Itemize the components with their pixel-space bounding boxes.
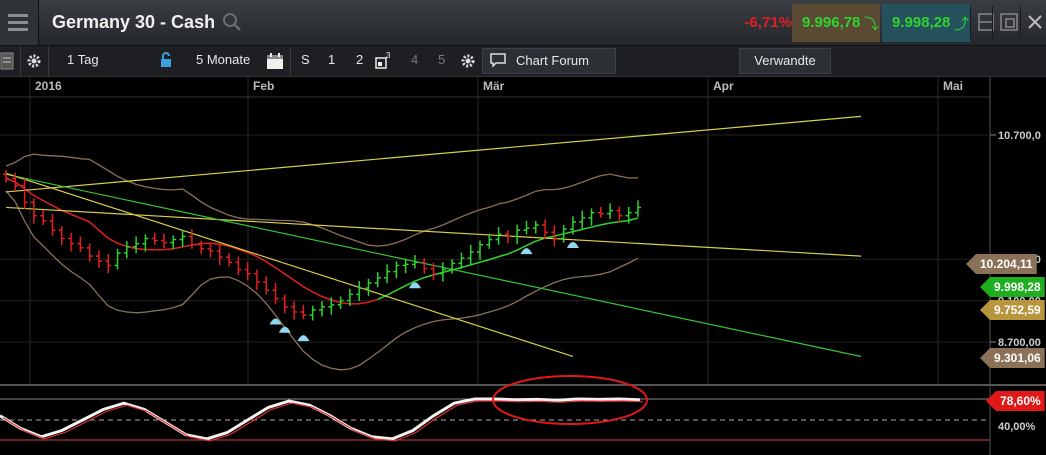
layout-2-button[interactable]: 2 bbox=[356, 52, 363, 67]
separator bbox=[20, 46, 21, 76]
calendar-icon[interactable] bbox=[265, 51, 285, 71]
y-tick-label: 10.700,0 bbox=[998, 130, 1041, 142]
chat-icon bbox=[490, 53, 506, 67]
s-button[interactable]: S bbox=[301, 52, 310, 67]
menu-icon-bar bbox=[8, 28, 28, 31]
price-change: -6,71% bbox=[744, 14, 792, 31]
gear-icon[interactable] bbox=[25, 52, 43, 70]
down-arrow-icon: ⤵ bbox=[864, 16, 880, 33]
settings-icon[interactable] bbox=[459, 52, 477, 70]
current-price-label: 9.998,28 bbox=[980, 277, 1045, 297]
layout-5-button[interactable]: 5 bbox=[438, 52, 445, 67]
range-select[interactable]: 5 Monate bbox=[196, 52, 250, 67]
related-label: Verwandte bbox=[754, 53, 816, 68]
chart-toolbar: 1 Tag 5 Monate S 1 2 3 4 5 Chart Forum V… bbox=[0, 46, 1046, 77]
chart-forum-button[interactable]: Chart Forum bbox=[482, 48, 616, 74]
close-icon[interactable] bbox=[1020, 6, 1046, 38]
price-chart[interactable]: 2016FebMärAprMai 10.700,09.500,009.100,0… bbox=[0, 77, 1046, 455]
up-arrow-icon: ⤴ bbox=[954, 16, 970, 33]
oscillator-value-label: 78,60% bbox=[986, 391, 1045, 411]
menu-icon bbox=[8, 14, 28, 17]
chart-forum-label: Chart Forum bbox=[516, 53, 589, 68]
menu-icon-bar bbox=[8, 21, 28, 24]
buy-price-button[interactable]: 9.998,28 ⤴ bbox=[882, 4, 970, 42]
menu-button[interactable] bbox=[0, 0, 39, 45]
sell-price-button[interactable]: 9.996,78 ⤵ bbox=[792, 4, 880, 42]
lock-icon[interactable] bbox=[160, 52, 172, 68]
oscillator-tick-label: 40,00% bbox=[998, 421, 1036, 433]
instrument-title: Germany 30 - Cash bbox=[52, 12, 216, 32]
x-tick-label: Mai bbox=[943, 79, 963, 93]
top-bar: Germany 30 - Cash -6,71% 9.996,78 ⤵ 9.99… bbox=[0, 0, 1046, 46]
x-tick-label: Feb bbox=[253, 79, 274, 93]
document-icon[interactable] bbox=[0, 52, 14, 70]
interval-select[interactable]: 1 Tag bbox=[67, 52, 99, 67]
x-tick-label: Mär bbox=[483, 79, 505, 93]
sell-price: 9.996,78 bbox=[802, 14, 861, 31]
search-icon[interactable] bbox=[222, 12, 242, 32]
popout-icon[interactable] bbox=[992, 6, 1023, 38]
related-button[interactable]: Verwandte bbox=[739, 48, 831, 74]
layout-3-icon[interactable]: 3 bbox=[374, 50, 392, 70]
y-tick-label: 8.700,00 bbox=[998, 337, 1041, 349]
x-tick-label: 2016 bbox=[35, 79, 62, 93]
level-label: 9.752,59 bbox=[980, 300, 1045, 320]
svg-text:3: 3 bbox=[386, 51, 391, 60]
buy-price: 9.998,28 bbox=[892, 14, 951, 31]
x-tick-label: Apr bbox=[713, 79, 734, 93]
separator bbox=[48, 46, 49, 76]
lower-band-label: 9.301,06 bbox=[980, 348, 1045, 368]
layout-1-button[interactable]: 1 bbox=[328, 52, 335, 67]
layout-4-button[interactable]: 4 bbox=[411, 52, 418, 67]
separator bbox=[290, 46, 291, 76]
upper-band-label: 10.204,11 bbox=[966, 254, 1037, 274]
